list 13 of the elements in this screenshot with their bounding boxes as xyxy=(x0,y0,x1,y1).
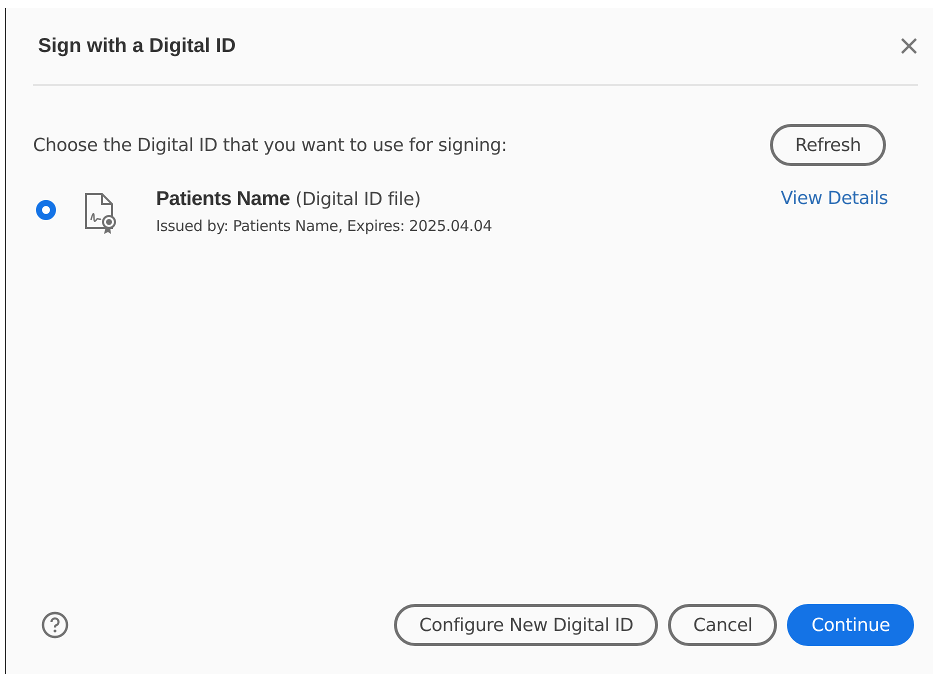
close-button[interactable] xyxy=(900,37,918,55)
close-icon xyxy=(900,37,918,55)
radio-button[interactable] xyxy=(36,200,56,220)
dialog-title: Sign with a Digital ID xyxy=(38,34,236,58)
digital-id-details: Issued by: Patients Name, Expires: 2025.04.04 xyxy=(156,217,493,235)
secondary-button[interactable]: Configure New Digital ID xyxy=(394,604,658,646)
secondary-button[interactable]: Cancel xyxy=(668,604,778,646)
view-details-link[interactable]: View Details xyxy=(780,188,888,209)
primary-button[interactable]: Continue xyxy=(787,604,914,646)
help-icon[interactable] xyxy=(41,611,69,639)
digital-id-name: Patients Name (Digital ID file) xyxy=(156,188,422,211)
instruction-text: Choose the Digital ID that you want to use for signing: xyxy=(33,134,507,156)
refresh-button[interactable]: Refresh xyxy=(770,124,886,166)
